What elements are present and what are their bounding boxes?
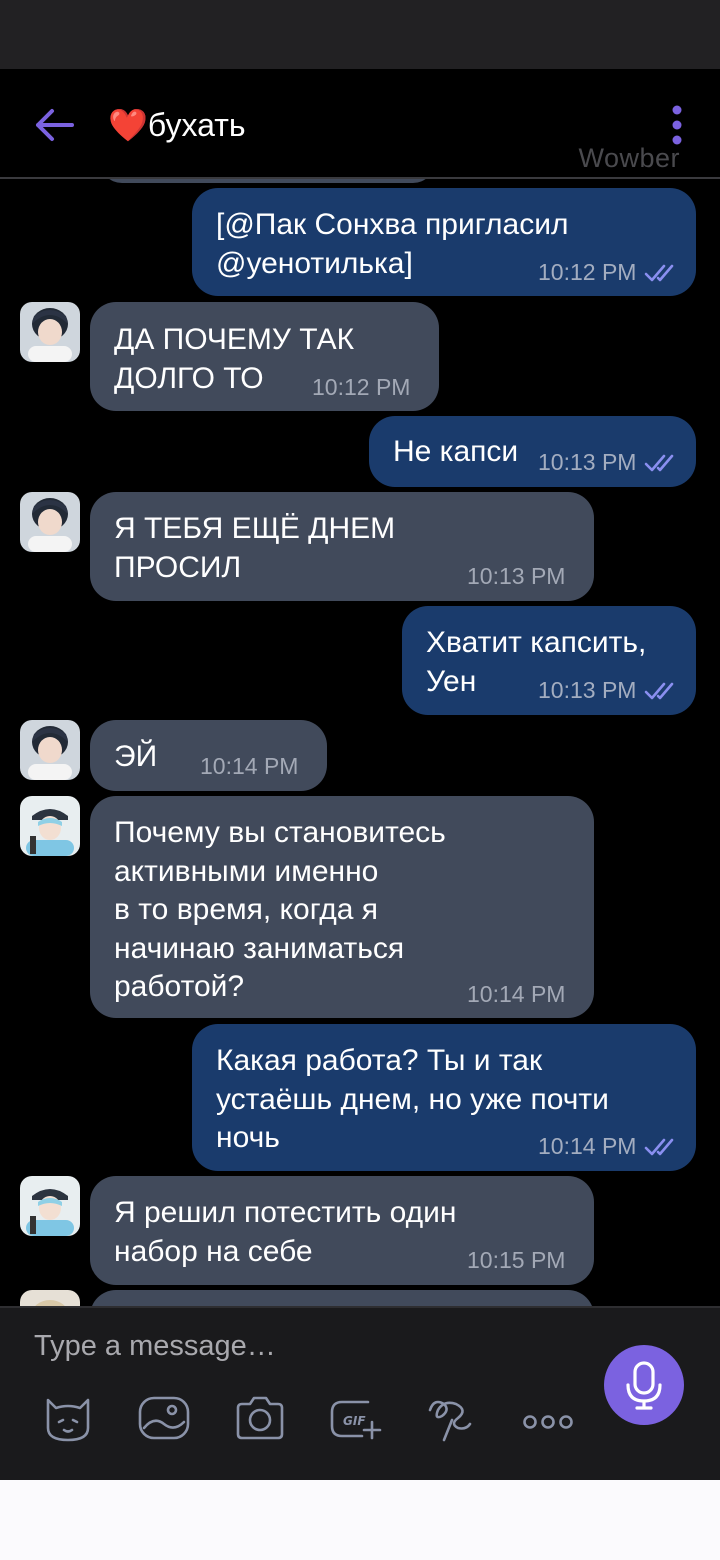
avatar[interactable] <box>20 1176 80 1236</box>
sticker-button[interactable] <box>40 1390 96 1446</box>
chat-header: ❤️бухать Wowber <box>0 69 720 179</box>
read-ticks-icon <box>644 1138 674 1156</box>
doodle-icon <box>428 1400 472 1442</box>
message-bubble[interactable]: [@Пак Сонхва пригласил @уенотилька] 10:1… <box>192 188 696 296</box>
read-ticks-icon <box>644 264 674 282</box>
message-time: 10:13 PM <box>538 677 637 703</box>
camera-button[interactable] <box>232 1390 288 1446</box>
message-text: ЭЙ <box>114 740 158 773</box>
avatar[interactable] <box>20 796 80 856</box>
system-navigation-bar <box>0 1480 720 1560</box>
message-list[interactable]: [@Пак Сонхва пригласил @уенотилька] 10:1… <box>0 179 720 1306</box>
avatar[interactable] <box>20 492 80 552</box>
message-bubble[interactable]: Почему вы становитесь активными именно в… <box>90 796 594 1018</box>
avatar[interactable] <box>20 720 80 780</box>
message-text: [@Пак Сонхва пригласил @уенотилька] <box>216 208 569 280</box>
gif-label: GIF <box>343 1414 366 1428</box>
chat-title[interactable]: ❤️бухать <box>108 105 246 145</box>
message-composer: Type a message… GIF <box>0 1306 720 1480</box>
camera-icon <box>236 1396 284 1440</box>
user-photo-icon <box>20 1176 80 1236</box>
doodle-button[interactable] <box>424 1390 480 1446</box>
message-bubble[interactable]: Какая работа? Ты и так устаёшь днем, но … <box>192 1024 696 1171</box>
message-time: 10:12 PM <box>538 259 637 285</box>
message-time: 10:13 PM <box>467 563 566 589</box>
message-bubble[interactable]: Я ТЕБЯ ЕЩЁ ДНЕМ ПРОСИЛ 10:13 PM <box>90 492 594 601</box>
message-input[interactable]: Type a message… <box>34 1330 276 1363</box>
user-photo-icon <box>20 720 80 780</box>
avatar[interactable] <box>20 302 80 362</box>
read-ticks-icon <box>644 454 674 472</box>
microphone-icon <box>626 1361 662 1410</box>
message-bubble-partial[interactable] <box>100 179 435 183</box>
watermark: Wowber <box>578 143 680 173</box>
more-options-button[interactable] <box>660 103 694 147</box>
read-ticks-icon <box>644 682 674 700</box>
message-time: 10:15 PM <box>467 1247 566 1273</box>
message-time: 10:14 PM <box>200 753 299 779</box>
message-bubble[interactable]: ЭЙ 10:14 PM <box>90 720 327 791</box>
message-text: Не капси <box>393 435 519 468</box>
user-photo-icon <box>20 1290 80 1306</box>
message-text: Я ТЕБЯ ЕЩЁ ДНЕМ ПРОСИЛ <box>114 512 396 584</box>
message-bubble[interactable]: Я решил потестить один набор на себе 10:… <box>90 1176 594 1285</box>
gallery-button[interactable] <box>136 1390 192 1446</box>
voice-message-button[interactable] <box>604 1345 684 1425</box>
message-text: Почему вы становитесь активными именно в… <box>114 816 446 1003</box>
back-button[interactable] <box>30 105 78 145</box>
sticker-icon <box>46 1398 90 1442</box>
avatar-partial[interactable] <box>20 1290 80 1306</box>
message-bubble[interactable]: Не капси 10:13 PM <box>369 416 696 487</box>
user-photo-icon <box>20 492 80 552</box>
gif-button[interactable]: GIF <box>328 1390 384 1446</box>
message-time: 10:12 PM <box>312 374 411 400</box>
user-photo-icon <box>20 302 80 362</box>
gif-icon: GIF <box>330 1400 382 1440</box>
user-photo-icon <box>20 796 80 856</box>
message-time: 10:13 PM <box>538 449 637 475</box>
more-tools-button[interactable] <box>520 1390 576 1446</box>
message-time: 10:14 PM <box>467 981 566 1007</box>
message-text: Я решил потестить один набор на себе <box>114 1196 457 1268</box>
gallery-icon <box>138 1396 190 1440</box>
more-icon <box>523 1415 573 1429</box>
message-time: 10:14 PM <box>538 1133 637 1159</box>
status-bar <box>0 0 720 69</box>
message-bubble[interactable]: Хватит капсить, Уен 10:13 PM <box>402 606 696 715</box>
message-bubble-partial[interactable] <box>90 1290 594 1306</box>
vertical-dots-icon <box>672 105 682 145</box>
back-arrow-icon <box>36 109 74 141</box>
message-bubble[interactable]: ДА ПОЧЕМУ ТАК ДОЛГО ТО 10:12 PM <box>90 302 439 411</box>
